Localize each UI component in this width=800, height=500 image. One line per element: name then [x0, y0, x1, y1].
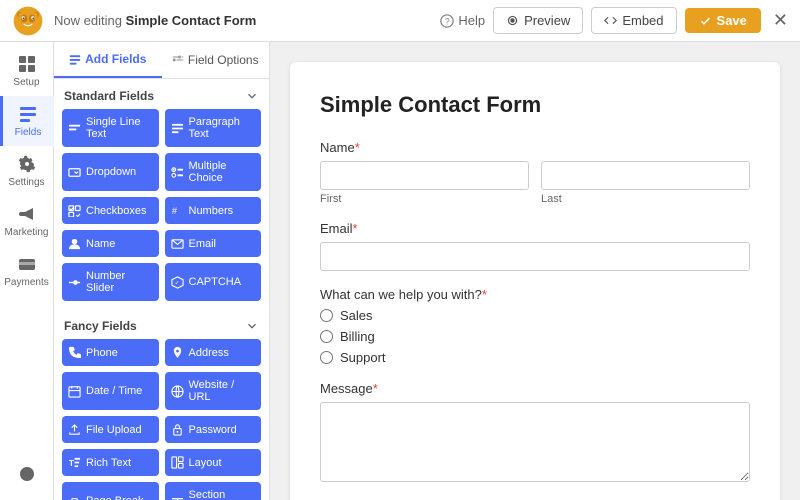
- field-paragraph-text[interactable]: Paragraph Text: [165, 109, 262, 147]
- sidebar: Setup Fields Settings Marketing Payments: [0, 42, 54, 500]
- email-input[interactable]: [320, 242, 750, 271]
- radio-support[interactable]: Support: [320, 350, 750, 365]
- collapse-standard-icon[interactable]: [245, 89, 259, 103]
- name-last-col: Last: [541, 161, 750, 205]
- svg-text:#: #: [171, 206, 177, 216]
- standard-fields-grid: Single Line Text Paragraph Text Dropdown…: [54, 109, 269, 309]
- tab-field-options[interactable]: Field Options: [162, 42, 270, 78]
- radio-group: Sales Billing Support: [320, 308, 750, 365]
- field-single-line-text[interactable]: Single Line Text: [62, 109, 159, 147]
- svg-text:T: T: [69, 458, 74, 468]
- name-first-input[interactable]: [320, 161, 529, 190]
- field-multiple-choice[interactable]: Multiple Choice: [165, 153, 262, 191]
- form-title: Simple Contact Form: [320, 92, 750, 118]
- form-group-name: Name* First Last: [320, 140, 750, 205]
- form-group-email: Email*: [320, 221, 750, 271]
- message-input[interactable]: [320, 402, 750, 482]
- app-logo: [12, 5, 44, 37]
- field-website-url[interactable]: Website / URL: [165, 372, 262, 410]
- field-address[interactable]: Address: [165, 339, 262, 366]
- standard-fields-header: Standard Fields: [54, 79, 269, 109]
- name-last-input[interactable]: [541, 161, 750, 190]
- tab-add-fields[interactable]: Add Fields: [54, 42, 162, 78]
- form-preview-area: Simple Contact Form Name* First Last: [270, 42, 800, 500]
- svg-text:✓: ✓: [174, 280, 179, 286]
- main-layout: Setup Fields Settings Marketing Payments…: [0, 42, 800, 500]
- field-dropdown[interactable]: Dropdown: [62, 153, 159, 191]
- field-datetime[interactable]: Date / Time: [62, 372, 159, 410]
- topbar-actions: ? Help Preview Embed Save ✕: [440, 7, 788, 34]
- collapse-fancy-icon[interactable]: [245, 319, 259, 333]
- field-email[interactable]: Email: [165, 230, 262, 257]
- radio-billing-input[interactable]: [320, 330, 333, 343]
- field-section-divider[interactable]: Section Divider: [165, 482, 262, 500]
- fields-panel: Add Fields Field Options Standard Fields…: [54, 42, 270, 500]
- close-button[interactable]: ✕: [773, 10, 788, 31]
- name-first-sublabel: First: [320, 193, 529, 205]
- name-row: First Last: [320, 161, 750, 205]
- name-label: Name*: [320, 140, 750, 155]
- field-page-break[interactable]: Page Break: [62, 482, 159, 500]
- field-layout[interactable]: Layout: [165, 449, 262, 476]
- sidebar-item-settings[interactable]: Settings: [0, 146, 54, 196]
- field-captcha[interactable]: ✓ CAPTCHA: [165, 263, 262, 301]
- form-card: Simple Contact Form Name* First Last: [290, 62, 780, 500]
- sidebar-item-payments[interactable]: Payments: [0, 246, 54, 296]
- preview-button[interactable]: Preview: [493, 7, 583, 34]
- sidebar-item-history[interactable]: [0, 456, 54, 492]
- radio-sales[interactable]: Sales: [320, 308, 750, 323]
- field-phone[interactable]: Phone: [62, 339, 159, 366]
- help-button[interactable]: ? Help: [440, 13, 485, 28]
- radio-support-input[interactable]: [320, 351, 333, 364]
- field-file-upload[interactable]: File Upload: [62, 416, 159, 443]
- message-label: Message*: [320, 381, 750, 396]
- name-first-col: First: [320, 161, 529, 205]
- panel-tabs: Add Fields Field Options: [54, 42, 269, 79]
- embed-button[interactable]: Embed: [591, 7, 676, 34]
- radio-sales-input[interactable]: [320, 309, 333, 322]
- field-numbers[interactable]: # Numbers: [165, 197, 262, 224]
- fancy-fields-header: Fancy Fields: [54, 309, 269, 339]
- form-group-message: Message*: [320, 381, 750, 485]
- radio-billing[interactable]: Billing: [320, 329, 750, 344]
- field-password[interactable]: Password: [165, 416, 262, 443]
- email-label: Email*: [320, 221, 750, 236]
- svg-text:?: ?: [445, 16, 450, 26]
- sidebar-item-fields[interactable]: Fields: [0, 96, 54, 146]
- name-last-sublabel: Last: [541, 193, 750, 205]
- save-button[interactable]: Save: [685, 8, 761, 33]
- field-rich-text[interactable]: T Rich Text: [62, 449, 159, 476]
- field-checkboxes[interactable]: Checkboxes: [62, 197, 159, 224]
- sidebar-item-marketing[interactable]: Marketing: [0, 196, 54, 246]
- sidebar-item-setup[interactable]: Setup: [0, 46, 54, 96]
- fancy-fields-grid: Phone Address Date / Time Website / URL …: [54, 339, 269, 500]
- help-label: What can we help you with?*: [320, 287, 750, 302]
- field-number-slider[interactable]: Number Slider: [62, 263, 159, 301]
- editing-label: Now editing Simple Contact Form: [54, 13, 256, 28]
- form-group-help: What can we help you with?* Sales Billin…: [320, 287, 750, 365]
- field-name[interactable]: Name: [62, 230, 159, 257]
- topbar: Now editing Simple Contact Form ? Help P…: [0, 0, 800, 42]
